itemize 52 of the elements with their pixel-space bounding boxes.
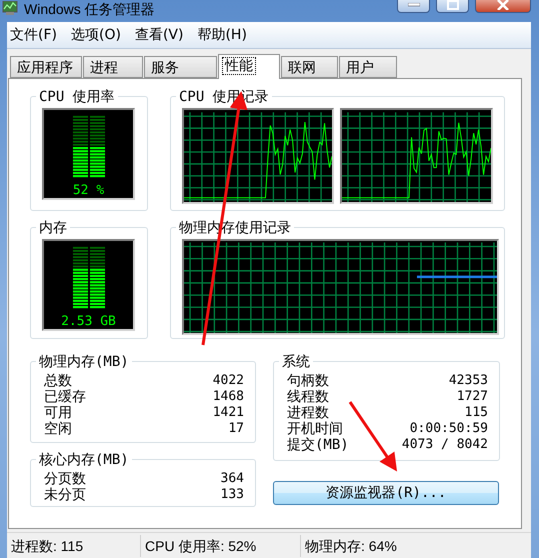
group-title: 内存 <box>38 218 68 237</box>
minimize-button[interactable] <box>397 0 430 13</box>
group-title: CPU 使用率 <box>38 88 116 106</box>
stat-value: 364 <box>220 471 244 486</box>
meter-reading: 52 % <box>72 182 104 198</box>
group-title: 系统 <box>281 352 311 371</box>
meter-reading: 2.53 GB <box>61 314 116 329</box>
tab[interactable]: 用户 <box>339 56 397 78</box>
status-text: 进程数: 115 <box>7 534 141 557</box>
stat-label: 已缓存 <box>44 388 86 406</box>
menu-item[interactable]: 选项(O) <box>70 24 121 46</box>
menu-item[interactable]: 查看(V) <box>134 24 184 46</box>
close-icon <box>497 0 509 10</box>
stat-value: 1727 <box>456 389 488 404</box>
tab[interactable]: 进程 <box>83 56 143 78</box>
close-button[interactable] <box>475 0 531 13</box>
maximize-button[interactable] <box>436 0 469 13</box>
stat-value: 115 <box>464 405 488 420</box>
tab[interactable]: 应用程序 <box>10 56 82 78</box>
resource-monitor-button[interactable]: 资源监视器(R)... <box>273 480 499 505</box>
stat-label: 未分页 <box>44 486 86 504</box>
app-icon <box>2 1 18 15</box>
stat-label: 可用 <box>44 404 72 421</box>
stat-value: 42353 <box>448 373 488 388</box>
tab[interactable]: 服务 <box>144 56 217 78</box>
status-text: CPU 使用率: 52% <box>141 534 301 557</box>
stat-label: 总数 <box>44 372 72 389</box>
group-title: 核心内存(MB) <box>38 450 130 469</box>
stat-label: 开机时间 <box>287 420 343 437</box>
menu-item[interactable]: 文件(F) <box>10 24 57 46</box>
stat-value: 4022 <box>212 373 244 388</box>
maximize-icon <box>446 0 458 10</box>
stat-value: 4073 / 8042 <box>402 437 488 452</box>
tab[interactable]: 联网 <box>281 56 338 78</box>
stat-value: 0:00:50:59 <box>410 421 488 436</box>
stat-label: 进程数 <box>287 404 329 422</box>
group-title: 物理内存(MB) <box>38 352 130 371</box>
stat-value: 17 <box>228 421 244 436</box>
window-title: Windows 任务管理器 <box>24 1 155 18</box>
stat-label: 分页数 <box>44 470 86 488</box>
stat-value: 133 <box>220 487 244 502</box>
menu-item[interactable]: 帮助(H) <box>197 24 247 46</box>
stat-label: 提交(MB) <box>287 436 349 454</box>
minimize-icon <box>408 3 420 7</box>
status-text: 物理内存: 64% <box>304 536 398 556</box>
stat-value: 1421 <box>212 405 244 420</box>
tab[interactable]: 性能 <box>218 54 280 79</box>
annotation-arrow <box>348 401 398 472</box>
stat-value: 1468 <box>212 389 244 404</box>
stat-label: 线程数 <box>287 388 329 406</box>
stat-label: 句柄数 <box>287 372 329 390</box>
stat-label: 空闲 <box>44 420 72 438</box>
